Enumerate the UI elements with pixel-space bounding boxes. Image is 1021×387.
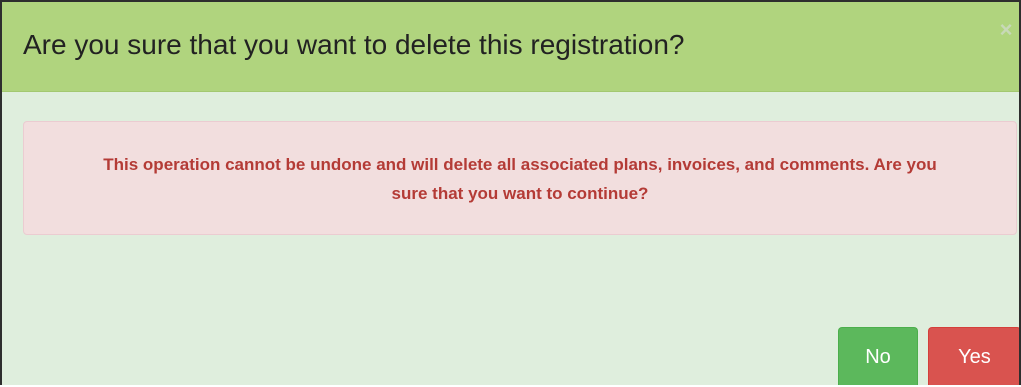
delete-registration-dialog: Are you sure that you want to delete thi… bbox=[0, 0, 1021, 385]
warning-message: This operation cannot be undone and will… bbox=[103, 155, 937, 203]
no-button[interactable]: No bbox=[838, 327, 918, 385]
dialog-title: Are you sure that you want to delete thi… bbox=[23, 29, 685, 60]
yes-button[interactable]: Yes bbox=[928, 327, 1019, 385]
close-icon[interactable]: × bbox=[995, 16, 1017, 44]
warning-alert: This operation cannot be undone and will… bbox=[23, 121, 1017, 235]
dialog-header: Are you sure that you want to delete thi… bbox=[2, 2, 1019, 92]
